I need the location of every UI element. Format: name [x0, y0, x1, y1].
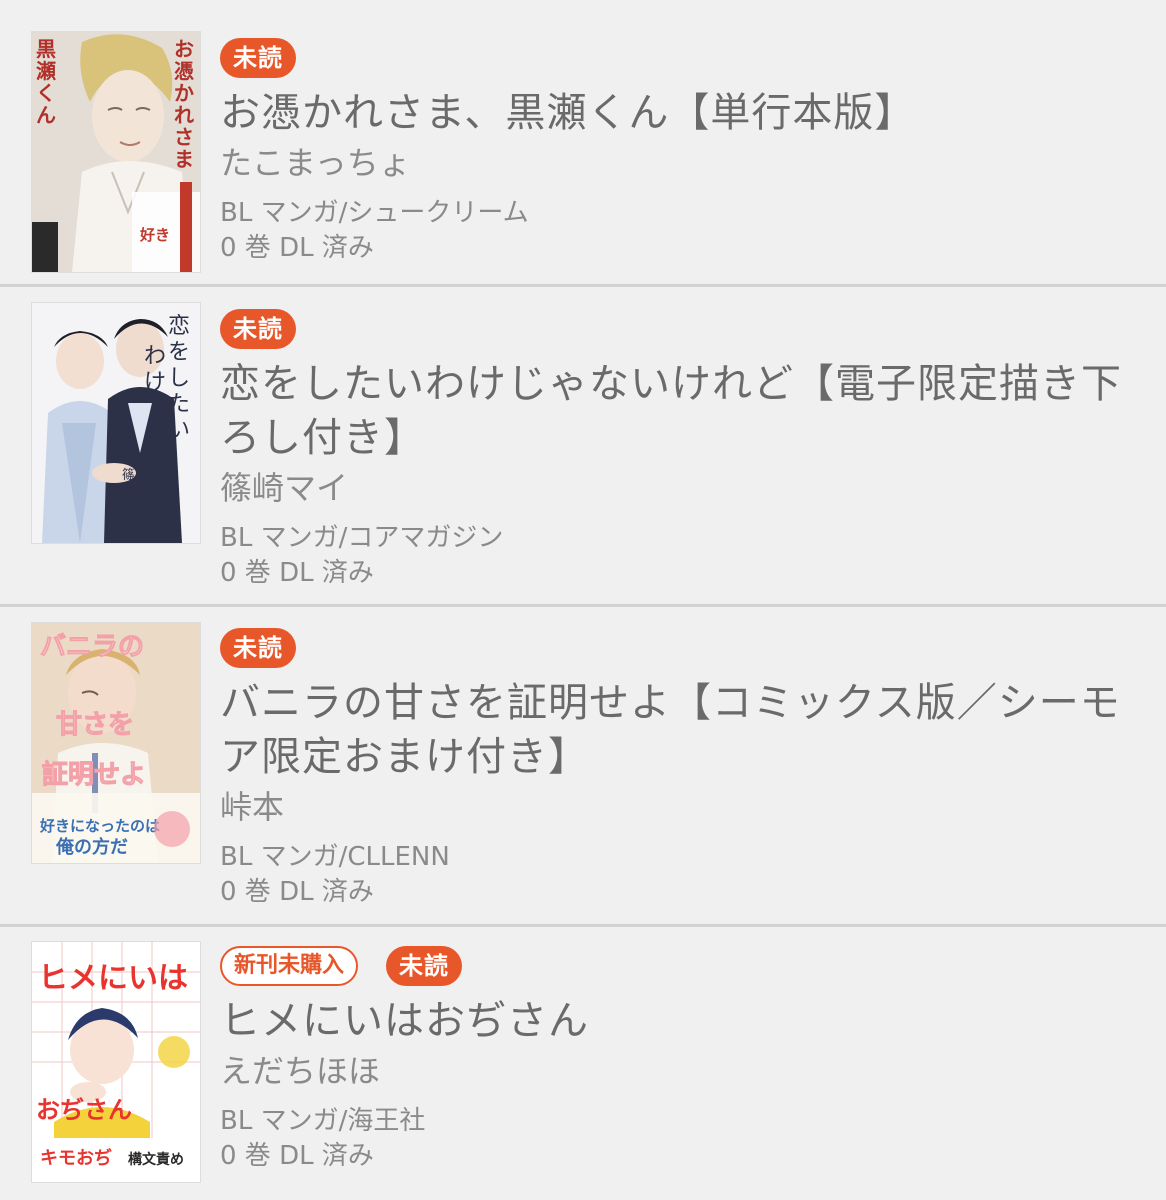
book-cover-image[interactable]: お憑か れさま 黒瀬く ん 好き — [32, 32, 200, 272]
book-list-item[interactable]: バニラの 甘さを 証明せよ 好きになったのは 俺の方だ 未読 バニラの甘さを証明… — [0, 607, 1166, 927]
book-category: BL マンガ/海王社 — [220, 1106, 426, 1136]
book-title[interactable]: バニラの甘さを証明せよ【コミックス版／シーモア限定おまけ付き】 — [220, 676, 1150, 784]
svg-text:く: く — [36, 81, 56, 105]
download-status: 0 巻 DL 済み — [220, 1141, 374, 1171]
svg-text:を: を — [168, 340, 190, 365]
book-list-item[interactable]: ヒメにいは おぢさん キモおぢ 構文責め 新刊未購入 未読 ヒメにいはおぢさん … — [0, 927, 1166, 1200]
svg-text:瀬: 瀬 — [36, 59, 56, 83]
svg-text:お: お — [174, 37, 194, 61]
svg-text:れ: れ — [174, 103, 194, 127]
svg-text:証明せよ: 証明せよ — [42, 759, 146, 790]
svg-text:構文責め: 構文責め — [128, 1151, 184, 1168]
svg-text:好き: 好き — [139, 226, 170, 244]
svg-text:キモおぢ: キモおぢ — [40, 1147, 112, 1169]
download-status: 0 巻 DL 済み — [220, 558, 374, 588]
svg-text:おぢさん: おぢさん — [36, 1096, 132, 1124]
badge-row: 未読 — [220, 36, 1150, 80]
svg-text:黒: 黒 — [36, 37, 56, 61]
unread-badge: 未読 — [386, 946, 463, 986]
book-title[interactable]: ヒメにいはおぢさん — [220, 994, 1150, 1048]
book-info: 新刊未購入 未読 ヒメにいはおぢさん えだちほほ BL マンガ/海王社 0 巻 … — [220, 944, 1150, 1174]
book-cover-image[interactable]: ヒメにいは おぢさん キモおぢ 構文責め — [32, 942, 200, 1182]
badge-row: 未読 — [220, 307, 1150, 351]
svg-text:バニラの: バニラの — [40, 632, 144, 662]
svg-text:わ: わ — [144, 344, 166, 369]
svg-text:さ: さ — [174, 125, 194, 149]
book-title[interactable]: 恋をしたいわけじゃないけれど【電子限定描き下ろし付き】 — [220, 357, 1150, 465]
book-list-item[interactable]: 恋をし たい わけ 篠崎 未読 恋をしたいわけじゃないけれど【電子限定描き下ろし… — [0, 287, 1166, 607]
svg-text:し: し — [168, 366, 190, 391]
svg-text:憑: 憑 — [174, 59, 194, 83]
book-author[interactable]: たこまっちょ — [220, 142, 1150, 184]
library-book-list: お憑か れさま 黒瀬く ん 好き 未読 お憑かれさま、黒瀬くん【単行本版】 たこ… — [0, 0, 1166, 1200]
unread-badge: 未読 — [220, 309, 296, 349]
book-author[interactable]: 峠本 — [220, 786, 1150, 828]
book-author[interactable]: えだちほほ — [220, 1050, 1150, 1092]
svg-text:た: た — [168, 392, 190, 417]
svg-text:ん: ん — [36, 103, 56, 127]
badge-row: 新刊未購入 未読 — [220, 944, 1150, 988]
download-status: 0 巻 DL 済み — [220, 233, 374, 263]
download-status: 0 巻 DL 済み — [220, 877, 374, 907]
svg-text:ま: ま — [174, 147, 194, 171]
book-cover-image[interactable]: 恋をし たい わけ 篠崎 — [32, 303, 200, 543]
book-info: 未読 恋をしたいわけじゃないけれど【電子限定描き下ろし付き】 篠崎マイ BL マ… — [220, 307, 1150, 591]
book-category: BL マンガ/シュークリーム — [220, 198, 529, 228]
book-category: BL マンガ/CLLENN — [220, 842, 450, 872]
book-category: BL マンガ/コアマガジン — [220, 523, 504, 553]
badge-row: 未読 — [220, 626, 1150, 670]
unread-badge: 未読 — [220, 38, 296, 78]
svg-text:い: い — [168, 418, 190, 443]
svg-text:崎: 崎 — [122, 484, 135, 499]
svg-text:甘さを: 甘さを — [56, 710, 134, 740]
svg-text:け: け — [144, 370, 166, 395]
book-title[interactable]: お憑かれさま、黒瀬くん【単行本版】 — [220, 86, 1150, 140]
book-info: 未読 バニラの甘さを証明せよ【コミックス版／シーモア限定おまけ付き】 峠本 BL… — [220, 626, 1150, 910]
new-release-unpurchased-badge: 新刊未購入 — [220, 946, 359, 986]
unread-badge: 未読 — [220, 628, 296, 668]
svg-text:篠: 篠 — [122, 468, 135, 483]
book-author[interactable]: 篠崎マイ — [220, 467, 1150, 509]
svg-text:か: か — [174, 81, 194, 105]
svg-text:ヒメにいは: ヒメにいは — [38, 961, 188, 996]
book-cover-image[interactable]: バニラの 甘さを 証明せよ 好きになったのは 俺の方だ — [32, 623, 200, 863]
svg-text:俺の方だ: 俺の方だ — [55, 836, 128, 858]
svg-text:恋: 恋 — [168, 314, 190, 339]
svg-text:好きになったのは: 好きになったのは — [39, 817, 160, 835]
book-list-item[interactable]: お憑か れさま 黒瀬く ん 好き 未読 お憑かれさま、黒瀬くん【単行本版】 たこ… — [0, 0, 1166, 287]
book-info: 未読 お憑かれさま、黒瀬くん【単行本版】 たこまっちょ BL マンガ/シュークリ… — [220, 36, 1150, 266]
